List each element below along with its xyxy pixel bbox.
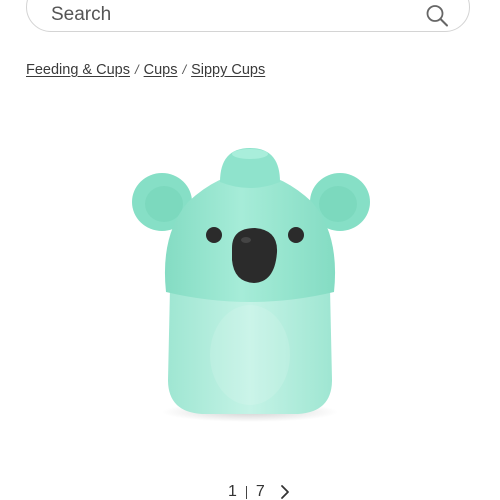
breadcrumb-separator: /: [134, 62, 139, 77]
pagination-divider: [245, 485, 247, 499]
gallery-total-count: 7: [255, 483, 265, 500]
breadcrumb-link-sippy-cups[interactable]: Sippy Cups: [191, 62, 265, 78]
chevron-right-icon[interactable]: [279, 484, 291, 500]
koala-right-eye: [288, 227, 304, 243]
page: Feeding & Cups / Cups / Sippy Cups: [0, 0, 500, 500]
breadcrumb: Feeding & Cups / Cups / Sippy Cups: [26, 62, 265, 78]
koala-left-eye: [206, 227, 222, 243]
search-input[interactable]: [51, 2, 411, 28]
gallery-current-index: 1: [228, 483, 237, 500]
cup-highlight: [210, 305, 290, 405]
gallery-pagination: 1 7: [228, 482, 291, 500]
breadcrumb-separator: /: [182, 62, 187, 77]
spout-top: [232, 149, 268, 159]
search-bar[interactable]: [26, 0, 470, 32]
breadcrumb-link-feeding-cups[interactable]: Feeding & Cups: [26, 62, 130, 78]
breadcrumb-link-cups[interactable]: Cups: [144, 62, 178, 78]
product-image[interactable]: [120, 140, 380, 430]
search-icon[interactable]: [424, 3, 450, 29]
